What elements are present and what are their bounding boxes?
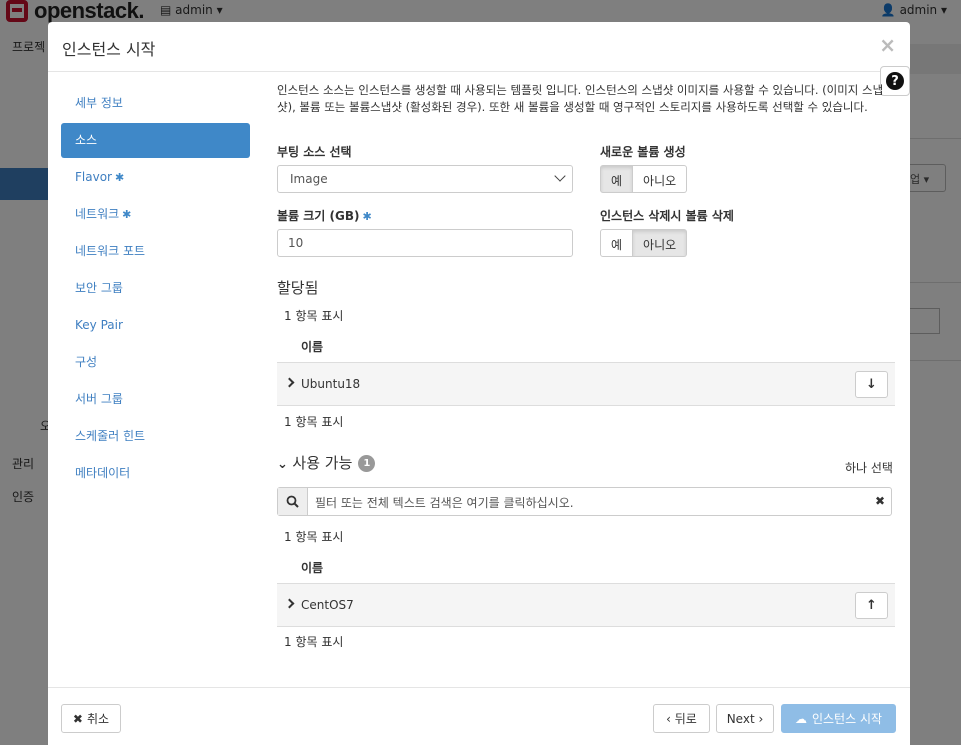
step-network-ports[interactable]: 네트워크 포트 xyxy=(61,234,250,269)
delete-volume-yes-button[interactable]: 예 xyxy=(600,229,634,257)
step-details[interactable]: 세부 정보 xyxy=(61,86,250,121)
chevron-down-icon: ⌄ xyxy=(277,457,293,472)
allocate-button[interactable]: ↑ xyxy=(855,592,888,619)
step-key-pair[interactable]: Key Pair xyxy=(61,308,250,343)
allocated-count-top: 1 항목 표시 xyxy=(284,309,344,323)
wizard-steps: 세부 정보 소스 Flavor ✱ 네트워크 ✱ 네트워크 포트 보안 그룹 Key… xyxy=(61,86,250,493)
allocated-count-bottom: 1 항목 표시 xyxy=(284,415,344,429)
boot-source-label: 부팅 소스 선택 xyxy=(277,145,352,159)
deallocate-button[interactable]: ↓ xyxy=(855,371,888,398)
delete-volume-no-button[interactable]: 아니오 xyxy=(633,229,688,257)
back-button[interactable]: ‹ 뒤로 xyxy=(653,704,710,733)
modal-header: 인스턴스 시작 × xyxy=(48,22,910,72)
step-source[interactable]: 소스 xyxy=(61,123,250,158)
chevron-down-icon xyxy=(554,170,566,182)
clear-icon[interactable]: ✖ xyxy=(875,494,885,508)
new-volume-label: 새로운 볼륨 생성 xyxy=(600,145,686,159)
new-volume-toggle: 예 아니오 xyxy=(600,165,688,193)
step-networks[interactable]: 네트워크 ✱ xyxy=(61,197,250,232)
available-name-header[interactable]: 이름 xyxy=(301,559,323,576)
next-button[interactable]: Next › xyxy=(716,704,774,733)
launch-instance-button[interactable]: ☁ 인스턴스 시작 xyxy=(781,704,896,733)
available-title: 사용 가능 xyxy=(292,454,353,472)
close-icon: ✖ xyxy=(72,711,83,726)
required-icon: ✱ xyxy=(362,210,372,223)
chevron-right-icon[interactable] xyxy=(284,377,295,388)
chevron-right-icon[interactable] xyxy=(284,598,295,609)
cloud-upload-icon: ☁ xyxy=(794,711,807,726)
arrow-down-icon: ↓ xyxy=(866,377,877,392)
close-icon[interactable]: × xyxy=(879,33,896,57)
step-flavor[interactable]: Flavor ✱ xyxy=(61,160,250,195)
required-icon: ✱ xyxy=(122,208,132,221)
modal-title: 인스턴스 시작 xyxy=(62,40,156,59)
new-volume-no-button[interactable]: 아니오 xyxy=(633,165,688,193)
allocated-row[interactable]: Ubuntu18 ↓ xyxy=(277,362,895,406)
step-metadata[interactable]: 메타데이터 xyxy=(61,456,250,491)
available-count-top: 1 항목 표시 xyxy=(284,530,344,544)
available-header[interactable]: ⌄ 사용 가능 1 xyxy=(277,452,376,473)
volume-size-label: 볼륨 크기 (GB) ✱ xyxy=(277,209,372,223)
allocated-name-header[interactable]: 이름 xyxy=(301,338,323,355)
new-volume-yes-button[interactable]: 예 xyxy=(600,165,634,193)
step-server-groups[interactable]: 서버 그룹 xyxy=(61,382,250,417)
delete-volume-toggle: 예 아니오 xyxy=(600,229,688,257)
step-configuration[interactable]: 구성 xyxy=(61,345,250,380)
select-one-hint: 하나 선택 xyxy=(845,461,893,475)
available-row[interactable]: CentOS7 ↑ xyxy=(277,583,895,627)
boot-source-select[interactable]: Image xyxy=(277,165,573,193)
delete-volume-label: 인스턴스 삭제시 볼륨 삭제 xyxy=(600,209,734,223)
modal-footer: ✖ 취소 ‹ 뒤로 Next › ☁ 인스턴스 시작 xyxy=(48,687,910,745)
source-description: 인스턴스 소스는 인스턴스를 생성할 때 사용되는 템플릿 입니다. 인스턴스의… xyxy=(277,83,884,114)
arrow-up-icon: ↑ xyxy=(866,598,877,613)
available-search[interactable]: 필터 또는 전체 텍스트 검색은 여기를 클릭하십시오. ✖ xyxy=(277,487,892,516)
available-row-name: CentOS7 xyxy=(301,598,354,612)
launch-instance-modal: 인스턴스 시작 × ? 세부 정보 소스 Flavor ✱ 네트워크 ✱ 네트워크 … xyxy=(48,22,910,745)
search-placeholder: 필터 또는 전체 텍스트 검색은 여기를 클릭하십시오. xyxy=(315,496,574,510)
required-icon: ✱ xyxy=(114,171,125,184)
allocated-row-name: Ubuntu18 xyxy=(301,377,361,391)
allocated-title: 할당됨 xyxy=(277,279,319,297)
cancel-button[interactable]: ✖ 취소 xyxy=(61,704,121,733)
search-icon xyxy=(278,488,308,515)
step-security-groups[interactable]: 보안 그룹 xyxy=(61,271,250,306)
volume-size-input[interactable]: 10 xyxy=(277,229,573,257)
step-scheduler-hints[interactable]: 스케줄러 힌트 xyxy=(61,419,250,454)
available-count-bottom: 1 항목 표시 xyxy=(284,635,344,649)
available-count-badge: 1 xyxy=(358,455,376,472)
